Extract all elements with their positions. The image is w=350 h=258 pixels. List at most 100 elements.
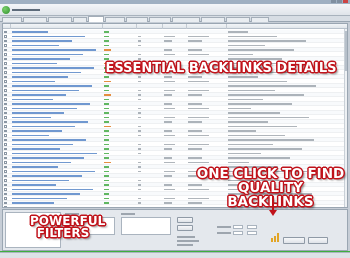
- alexa-rank-max[interactable]: [247, 231, 257, 235]
- row-checkbox[interactable]: [4, 44, 7, 47]
- row-url[interactable]: [12, 188, 93, 191]
- row-url[interactable]: [12, 80, 55, 83]
- row-url[interactable]: [12, 161, 71, 164]
- row-url[interactable]: [12, 31, 48, 33]
- row-checkbox[interactable]: [4, 98, 7, 101]
- row-checkbox[interactable]: [4, 66, 7, 70]
- filter-field[interactable]: [121, 217, 171, 235]
- row-checkbox[interactable]: [4, 48, 7, 52]
- row-checkbox[interactable]: [4, 147, 7, 151]
- row-url[interactable]: [12, 179, 69, 182]
- column-header[interactable]: [227, 24, 345, 29]
- row-checkbox[interactable]: [4, 143, 7, 146]
- row-url[interactable]: [12, 62, 57, 65]
- row-checkbox[interactable]: [4, 35, 7, 38]
- row-url[interactable]: [12, 175, 82, 177]
- row-url[interactable]: [12, 116, 51, 119]
- tab[interactable]: [172, 17, 200, 22]
- tab[interactable]: [226, 17, 250, 22]
- row-url[interactable]: [12, 40, 72, 42]
- row-checkbox[interactable]: [4, 116, 7, 119]
- vertical-scrollbar[interactable]: [344, 29, 347, 207]
- tab[interactable]: [2, 17, 22, 22]
- filter-button[interactable]: [177, 217, 193, 223]
- alexa-rank-min[interactable]: [233, 231, 243, 235]
- row-url[interactable]: [12, 35, 85, 38]
- row-checkbox[interactable]: [4, 179, 7, 182]
- row-url[interactable]: [12, 197, 67, 200]
- row-checkbox[interactable]: [4, 174, 7, 178]
- close-button[interactable]: [343, 0, 348, 3]
- row-url[interactable]: [12, 85, 92, 87]
- row-checkbox[interactable]: [4, 206, 7, 207]
- row-checkbox[interactable]: [4, 80, 7, 83]
- row-url[interactable]: [12, 143, 73, 146]
- row-checkbox[interactable]: [4, 39, 7, 43]
- row-checkbox[interactable]: [4, 93, 7, 97]
- column-header[interactable]: [3, 24, 11, 29]
- filter-button[interactable]: [177, 225, 193, 231]
- row-checkbox[interactable]: [4, 53, 7, 56]
- row-url[interactable]: [12, 157, 84, 159]
- row-checkbox[interactable]: [4, 188, 7, 191]
- page-rank-min[interactable]: [233, 225, 243, 229]
- tab[interactable]: [126, 17, 148, 22]
- tab[interactable]: [251, 17, 269, 22]
- row-checkbox[interactable]: [4, 71, 7, 74]
- row-url[interactable]: [12, 148, 60, 150]
- row-url[interactable]: [12, 206, 91, 207]
- row-checkbox[interactable]: [4, 201, 7, 205]
- column-header[interactable]: [163, 24, 187, 29]
- row-checkbox[interactable]: [4, 84, 7, 88]
- row-url[interactable]: [12, 193, 80, 195]
- row-url[interactable]: [12, 53, 83, 56]
- row-checkbox[interactable]: [4, 129, 7, 133]
- tab[interactable]: [73, 17, 87, 22]
- row-url[interactable]: [12, 107, 77, 110]
- row-url[interactable]: [12, 112, 64, 114]
- row-checkbox[interactable]: [4, 170, 7, 173]
- table-row[interactable]: [3, 206, 345, 207]
- tab[interactable]: [48, 17, 72, 22]
- tab-active[interactable]: [88, 16, 104, 22]
- row-url[interactable]: [12, 58, 70, 60]
- export-button[interactable]: [308, 237, 328, 244]
- row-url[interactable]: [12, 139, 86, 141]
- row-checkbox[interactable]: [4, 152, 7, 155]
- column-header[interactable]: [11, 24, 103, 29]
- row-url[interactable]: [12, 49, 96, 51]
- row-checkbox[interactable]: [4, 156, 7, 160]
- filter-box[interactable]: [5, 212, 61, 248]
- row-url[interactable]: [12, 121, 88, 123]
- scroll-thumb[interactable]: [345, 31, 347, 71]
- row-checkbox[interactable]: [4, 30, 7, 34]
- filter-field[interactable]: [65, 217, 115, 235]
- row-url[interactable]: [12, 152, 97, 155]
- row-url[interactable]: [12, 94, 66, 96]
- tab[interactable]: [201, 17, 225, 22]
- row-url[interactable]: [12, 202, 54, 204]
- row-checkbox[interactable]: [4, 161, 7, 164]
- page-rank-max[interactable]: [247, 225, 257, 229]
- row-checkbox[interactable]: [4, 165, 7, 169]
- column-header[interactable]: [187, 24, 227, 29]
- row-url[interactable]: [12, 98, 53, 101]
- row-checkbox[interactable]: [4, 62, 7, 65]
- tab[interactable]: [105, 17, 125, 22]
- row-checkbox[interactable]: [4, 192, 7, 196]
- column-header[interactable]: [103, 24, 137, 29]
- row-checkbox[interactable]: [4, 197, 7, 200]
- row-checkbox[interactable]: [4, 57, 7, 61]
- row-url[interactable]: [12, 67, 94, 69]
- row-checkbox[interactable]: [4, 102, 7, 106]
- row-url[interactable]: [12, 134, 49, 137]
- tab[interactable]: [149, 17, 171, 22]
- row-url[interactable]: [12, 170, 95, 173]
- tab[interactable]: [23, 17, 47, 22]
- row-url[interactable]: [12, 184, 56, 186]
- row-url[interactable]: [12, 125, 75, 128]
- row-url[interactable]: [12, 76, 68, 78]
- column-header[interactable]: [137, 24, 163, 29]
- row-url[interactable]: [12, 103, 90, 105]
- row-checkbox[interactable]: [4, 75, 7, 79]
